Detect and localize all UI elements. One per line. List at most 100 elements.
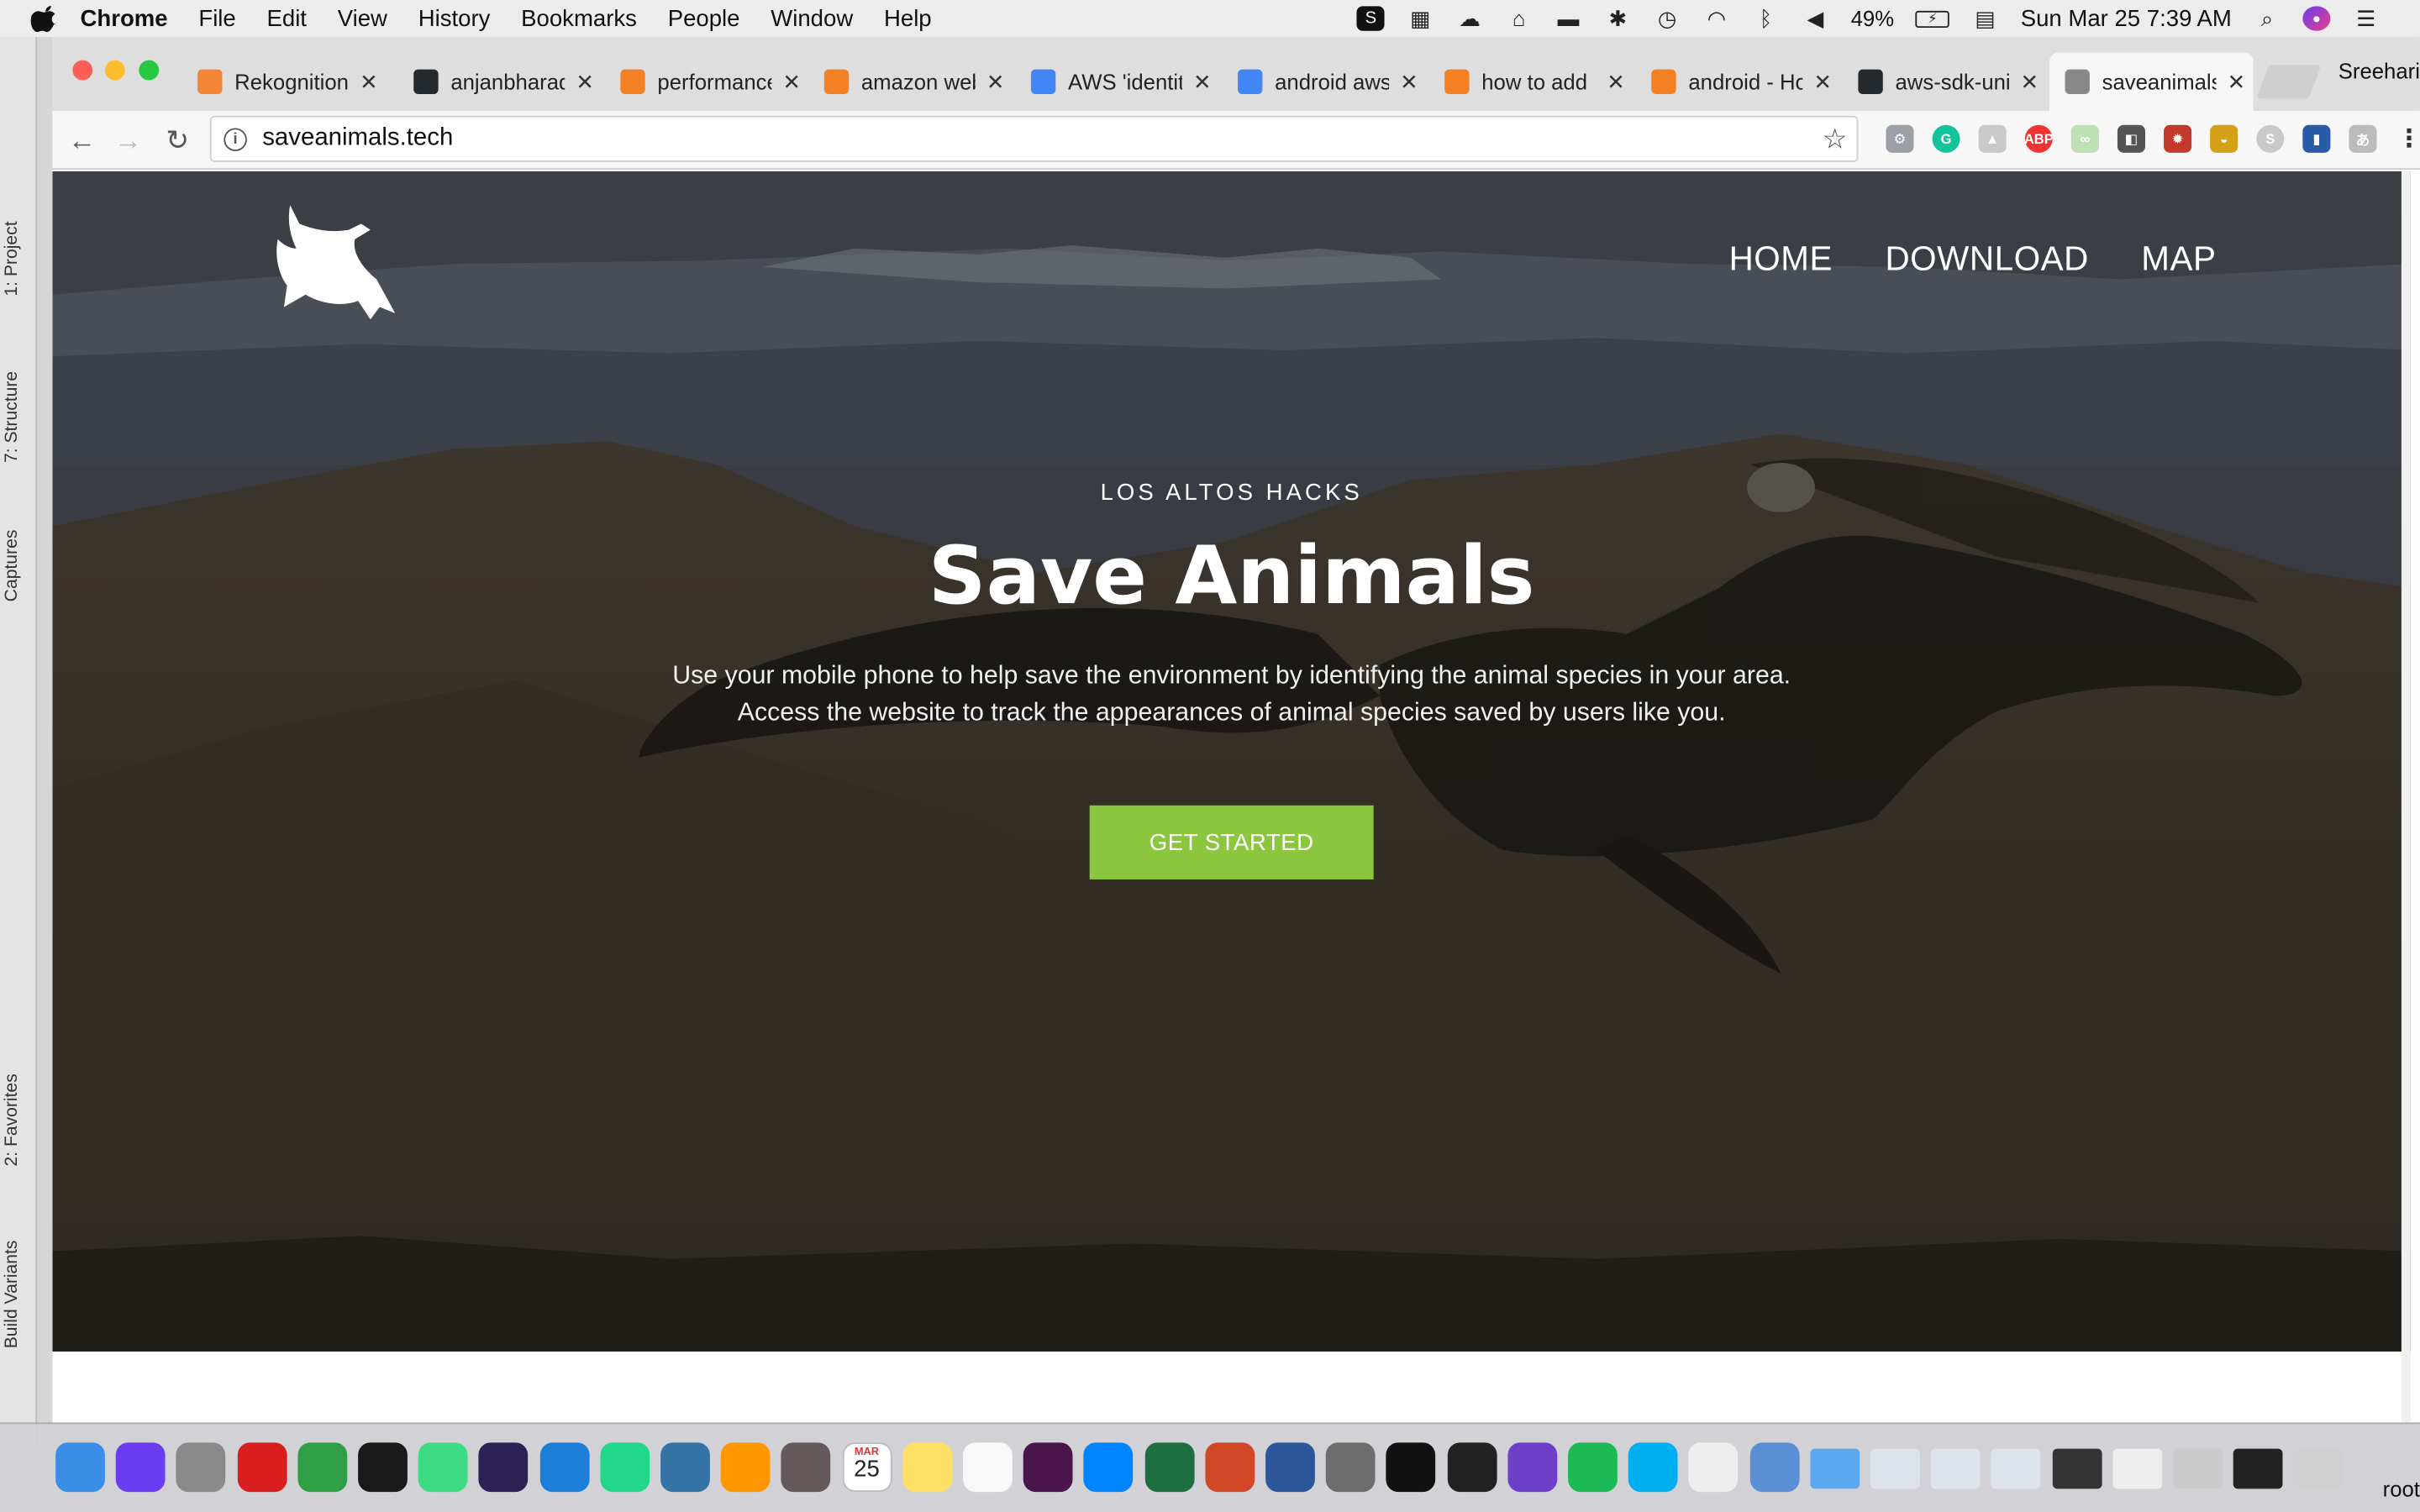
bookmark-star-icon[interactable]: ☆ (1823, 123, 1848, 156)
tool-status-icon[interactable]: ✱ (1604, 5, 1632, 30)
github-desktop-icon[interactable] (1507, 1442, 1557, 1493)
word-icon[interactable] (1265, 1442, 1315, 1493)
bird-logo-icon[interactable] (269, 199, 398, 328)
pycharm-icon[interactable] (600, 1442, 650, 1493)
menu-view[interactable]: View (338, 5, 387, 31)
drive-icon[interactable]: ▲ (1978, 124, 2007, 153)
tab-close-icon[interactable]: ✕ (574, 69, 596, 95)
grid-status-icon[interactable]: ▦ (1407, 5, 1434, 30)
window-minimize-button[interactable] (104, 60, 125, 81)
chrome-icon[interactable] (297, 1442, 347, 1493)
window-close-button[interactable] (72, 60, 93, 81)
tab-close-icon[interactable]: ✕ (358, 69, 380, 95)
finder-icon[interactable] (55, 1442, 105, 1493)
airdrop-status-icon[interactable]: ⌂ (1505, 6, 1533, 30)
tab[interactable]: android - Ho ✕ (1636, 52, 1839, 111)
skype-status-icon[interactable]: S (1356, 6, 1385, 31)
tab-close-icon[interactable]: ✕ (1398, 69, 1420, 95)
spotify-icon[interactable] (1568, 1442, 1618, 1493)
ide-tab-structure[interactable]: 7: Structure (3, 371, 22, 463)
menu-file[interactable]: File (198, 5, 235, 31)
book-extension-icon[interactable]: ▮ (2302, 124, 2331, 153)
cloud-status-icon[interactable]: ☁ (1455, 5, 1483, 30)
wifi-icon[interactable]: ◠ (1702, 5, 1730, 30)
window-zoom-button[interactable] (139, 60, 160, 81)
input-menu-icon[interactable]: ▤ (1971, 5, 1999, 30)
tab-close-icon[interactable]: ✕ (1605, 69, 1627, 95)
keeper-icon[interactable]: ◧ (2117, 124, 2146, 153)
back-icon[interactable]: ← (65, 125, 98, 158)
url-text[interactable]: saveanimals.tech (262, 125, 453, 153)
volume-icon[interactable]: ◀ (1802, 5, 1829, 30)
extension-puzzle-icon[interactable]: ⚙ (1886, 124, 1914, 153)
downloads-folder-icon[interactable] (1810, 1448, 1860, 1489)
slack-icon[interactable] (1023, 1442, 1073, 1493)
grammarly-icon[interactable]: G (1932, 124, 1960, 153)
battery-icon[interactable]: ⚡ (1915, 9, 1950, 28)
new-tab-button[interactable] (2256, 65, 2322, 99)
activity-monitor-icon[interactable] (1447, 1442, 1497, 1493)
forward-icon[interactable]: → (111, 125, 145, 158)
atom-icon[interactable] (781, 1442, 831, 1493)
menu-bookmarks[interactable]: Bookmarks (521, 5, 637, 31)
ide-tab-build-variants[interactable]: Build Variants (3, 1241, 22, 1349)
tab[interactable]: aws-sdk-unit ✕ (1843, 52, 2046, 111)
preview-icon[interactable] (1749, 1442, 1799, 1493)
tab[interactable]: anjanbharad ✕ (398, 52, 602, 111)
launchpad-icon[interactable] (176, 1442, 226, 1493)
menu-help[interactable]: Help (884, 5, 932, 31)
notes-icon[interactable] (902, 1442, 952, 1493)
skype-icon[interactable] (1628, 1442, 1678, 1493)
menu-history[interactable]: History (418, 5, 491, 31)
notification-center-icon[interactable]: ☰ (2352, 5, 2380, 30)
menu-people[interactable]: People (668, 5, 740, 31)
menu-app-name[interactable]: Chrome (81, 5, 168, 31)
excel-icon[interactable] (1144, 1442, 1194, 1493)
nav-home-link[interactable]: HOME (1729, 239, 1833, 280)
get-started-button[interactable]: GET STARTED (1089, 805, 1374, 879)
address-bar[interactable]: i saveanimals.tech ☆ (209, 115, 1859, 162)
xcode-icon[interactable] (539, 1442, 589, 1493)
doc-thumb-2-icon[interactable] (1931, 1448, 1981, 1489)
tab-close-icon[interactable]: ✕ (1812, 69, 1833, 95)
tab-close-icon[interactable]: ✕ (2018, 69, 2040, 95)
tab[interactable]: performance ✕ (605, 52, 808, 111)
site-info-icon[interactable]: i (224, 127, 247, 151)
nav-map-link[interactable]: MAP (2141, 239, 2216, 280)
calendar-icon[interactable]: MAR 25 (842, 1442, 892, 1493)
page-scrollbar[interactable] (2401, 171, 2411, 1423)
tab[interactable]: android aws ✕ (1223, 52, 1426, 111)
tab-close-icon[interactable]: ✕ (781, 69, 802, 95)
nav-download-link[interactable]: DOWNLOAD (1885, 239, 2088, 280)
ide-tab-captures[interactable]: Captures (3, 530, 22, 602)
reminders-icon[interactable] (963, 1442, 1013, 1493)
menu-window[interactable]: Window (771, 5, 853, 31)
intellij-icon[interactable] (358, 1442, 408, 1493)
eclipse-icon[interactable] (479, 1442, 529, 1493)
ide-tab-favorites[interactable]: 2: Favorites (3, 1074, 22, 1166)
messenger-icon[interactable] (1084, 1442, 1134, 1493)
reload-icon[interactable]: ↻ (160, 125, 194, 158)
sublime-icon[interactable] (721, 1442, 771, 1493)
doc-thumb-1-icon[interactable] (1870, 1448, 1920, 1489)
doc-thumb-3-icon[interactable] (1991, 1448, 2041, 1489)
tab-close-icon[interactable]: ✕ (985, 69, 1007, 95)
drive-status-icon[interactable]: ▬ (1555, 6, 1582, 30)
ide-tab-project[interactable]: 1: Project (3, 221, 22, 296)
spotlight-icon[interactable]: ⌕ (2254, 5, 2281, 30)
doc-thumb-4-icon[interactable] (2052, 1448, 2102, 1489)
android-studio-icon[interactable] (418, 1442, 468, 1493)
menu-edit[interactable]: Edit (266, 5, 306, 31)
apple-icon[interactable] (30, 5, 59, 33)
adblock-icon[interactable]: ABP (2024, 124, 2054, 153)
system-prefs-icon[interactable] (1326, 1442, 1376, 1493)
time-machine-icon[interactable]: ◷ (1654, 5, 1681, 30)
bug-extension-icon[interactable]: ✹ (2164, 124, 2192, 153)
translate-extension-icon[interactable]: あ (2349, 124, 2377, 153)
bluetooth-icon[interactable]: ᛒ (1752, 6, 1780, 30)
powerpoint-icon[interactable] (1205, 1442, 1255, 1493)
doc-thumb-6-icon[interactable] (2173, 1448, 2223, 1489)
python-icon[interactable] (660, 1442, 710, 1493)
textedit-icon[interactable] (1689, 1442, 1739, 1493)
tab[interactable]: AWS 'identit ✕ (1016, 52, 1219, 111)
